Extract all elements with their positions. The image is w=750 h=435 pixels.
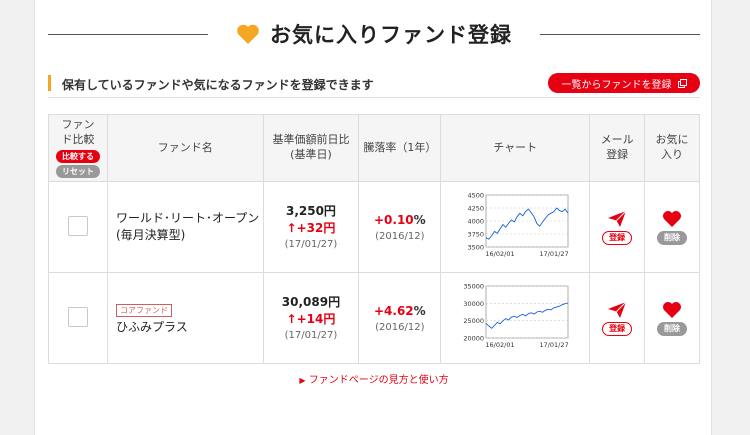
- compare-button[interactable]: 比較する: [55, 149, 100, 163]
- fund-name-sub: (毎月決算型): [115, 228, 186, 242]
- col-rate: 騰落率（1年）: [358, 114, 442, 182]
- subtitle-row: 保有しているファンドや気になるファンドを登録できます 一覧からファンドを登録: [48, 73, 700, 98]
- chart-cell: 3500 3750 4000 4250 4500 16/02/01 17/01/27: [440, 181, 591, 273]
- nav-price: 3,250円: [285, 203, 336, 218]
- table-row: コアファンド ひふみプラス 30,089円 ↑+14円 (17/01/27) +…: [48, 272, 700, 364]
- chart-y-tick-label: 35000: [463, 283, 484, 291]
- rate-value: +4.62: [373, 303, 414, 318]
- rate-date: (2016/12): [375, 321, 425, 333]
- price-date: (17/01/27): [284, 329, 338, 341]
- chart-cell: 20000 25000 30000 35000 16/02/01 17/01/27: [440, 272, 591, 364]
- col-compare: ファンド比較 比較する リセット: [48, 114, 108, 182]
- favorite-cell: 削除: [644, 272, 700, 364]
- page-title-row: お気に入りファンド登録: [48, 14, 700, 54]
- price-cell: 3,250円 ↑+32円 (17/01/27): [262, 181, 360, 273]
- fund-name-link[interactable]: ワールド･リート･オープン: [116, 210, 263, 227]
- mail-cell: 登録: [589, 181, 646, 273]
- col-favorite-label: お気に: [655, 133, 689, 147]
- fund-name-link[interactable]: ひふみプラス: [116, 319, 263, 336]
- mini-chart[interactable]: 3500 3750 4000 4250 4500 16/02/01 17/01/27: [458, 191, 573, 263]
- col-compare-label: ファンド比較: [61, 118, 95, 146]
- chart-y-tick-label: 20000: [463, 335, 484, 343]
- mini-chart[interactable]: 20000 25000 30000 35000 16/02/01 17/01/27: [458, 282, 573, 354]
- paper-plane-icon[interactable]: [607, 300, 627, 320]
- caret-right-icon: ▶: [299, 376, 306, 385]
- compare-checkbox[interactable]: [67, 215, 88, 236]
- mail-cell: 登録: [589, 272, 646, 364]
- nav-price: 30,089円: [281, 294, 341, 309]
- col-mail: メール 登録: [589, 114, 646, 182]
- price-change: +14円: [296, 311, 336, 326]
- chart-y-tick-label: 3750: [467, 231, 484, 239]
- col-price-sublabel: (基準日): [290, 148, 332, 161]
- rate-date: (2016/12): [375, 230, 425, 242]
- rate-value: +0.10: [373, 212, 414, 227]
- register-from-list-label: 一覧からファンドを登録: [561, 79, 672, 91]
- rate-cell: +0.10% (2016/12): [358, 181, 442, 273]
- chart-y-tick-label: 4250: [467, 205, 484, 213]
- col-fund-name: ファンド名: [106, 114, 264, 182]
- heart-icon: [663, 211, 682, 227]
- chart-y-tick-label: 30000: [463, 300, 484, 308]
- chart-x-tick-label: 17/01/27: [539, 341, 568, 349]
- table-header-row: ファンド比較 比較する リセット ファンド名 基準価額前日比 (基準日) 騰落率…: [48, 114, 700, 182]
- favorite-funds-panel: お気に入りファンド登録 保有しているファンドや気になるファンドを登録できます 一…: [34, 0, 712, 435]
- reset-button[interactable]: リセット: [55, 164, 100, 178]
- col-mail-sublabel: 登録: [606, 148, 629, 161]
- heart-icon: [237, 24, 259, 44]
- usage-guide-label: ファンドページの見方と使い方: [308, 375, 449, 386]
- chart-y-tick-label: 3500: [467, 244, 484, 252]
- chart-x-tick-label: 16/02/01: [485, 341, 514, 349]
- remove-favorite-button[interactable]: 削除: [657, 231, 688, 245]
- mail-register-button[interactable]: 登録: [602, 322, 633, 336]
- title-divider-left: [48, 34, 208, 35]
- chart-x-tick-label: 17/01/27: [539, 250, 568, 258]
- price-cell: 30,089円 ↑+14円 (17/01/27): [262, 272, 360, 364]
- col-favorite: お気に 入り: [644, 114, 700, 182]
- col-chart: チャート: [440, 114, 591, 182]
- compare-checkbox[interactable]: [67, 306, 88, 327]
- up-arrow-icon: ↑: [286, 311, 297, 326]
- heart-icon: [663, 302, 682, 318]
- price-change: +32円: [296, 220, 336, 235]
- paper-plane-icon[interactable]: [607, 209, 627, 229]
- mail-register-button[interactable]: 登録: [602, 231, 633, 245]
- rate-unit: %: [413, 303, 426, 318]
- col-favorite-sublabel: 入り: [661, 148, 684, 161]
- remove-favorite-button[interactable]: 削除: [657, 322, 688, 336]
- fund-name-cell: コアファンド ひふみプラス: [106, 272, 264, 364]
- chart-x-tick-label: 16/02/01: [485, 250, 514, 258]
- fund-table: ファンド比較 比較する リセット ファンド名 基準価額前日比 (基準日) 騰落率…: [48, 114, 700, 364]
- external-window-icon: [677, 78, 687, 88]
- price-date: (17/01/27): [284, 238, 338, 250]
- col-price: 基準価額前日比 (基準日): [262, 114, 360, 182]
- col-price-label: 基準価額前日比: [272, 133, 350, 147]
- chart-y-tick-label: 25000: [463, 317, 484, 325]
- chart-y-tick-label: 4500: [467, 192, 484, 200]
- fund-name-cell: ワールド･リート･オープン (毎月決算型): [106, 181, 264, 273]
- table-row: ワールド･リート･オープン (毎月決算型) 3,250円 ↑+32円 (17/0…: [48, 181, 700, 273]
- rate-unit: %: [413, 212, 426, 227]
- title-group: お気に入りファンド登録: [218, 14, 530, 54]
- favorite-cell: 削除: [644, 181, 700, 273]
- register-from-list-button[interactable]: 一覧からファンドを登録: [548, 73, 700, 93]
- up-arrow-icon: ↑: [286, 220, 297, 235]
- title-divider-right: [540, 34, 700, 35]
- page-title: お気に入りファンド登録: [270, 23, 512, 47]
- chart-frame: [485, 285, 569, 339]
- usage-guide-link[interactable]: ▶ ファンドページの見方と使い方: [48, 371, 700, 386]
- rate-cell: +4.62% (2016/12): [358, 272, 442, 364]
- col-mail-label: メール: [600, 133, 634, 147]
- chart-y-tick-label: 4000: [467, 218, 484, 226]
- subtitle: 保有しているファンドや気になるファンドを登録できます: [62, 78, 374, 92]
- core-fund-badge: コアファンド: [115, 303, 172, 317]
- subtitle-accent-bar: [48, 75, 51, 91]
